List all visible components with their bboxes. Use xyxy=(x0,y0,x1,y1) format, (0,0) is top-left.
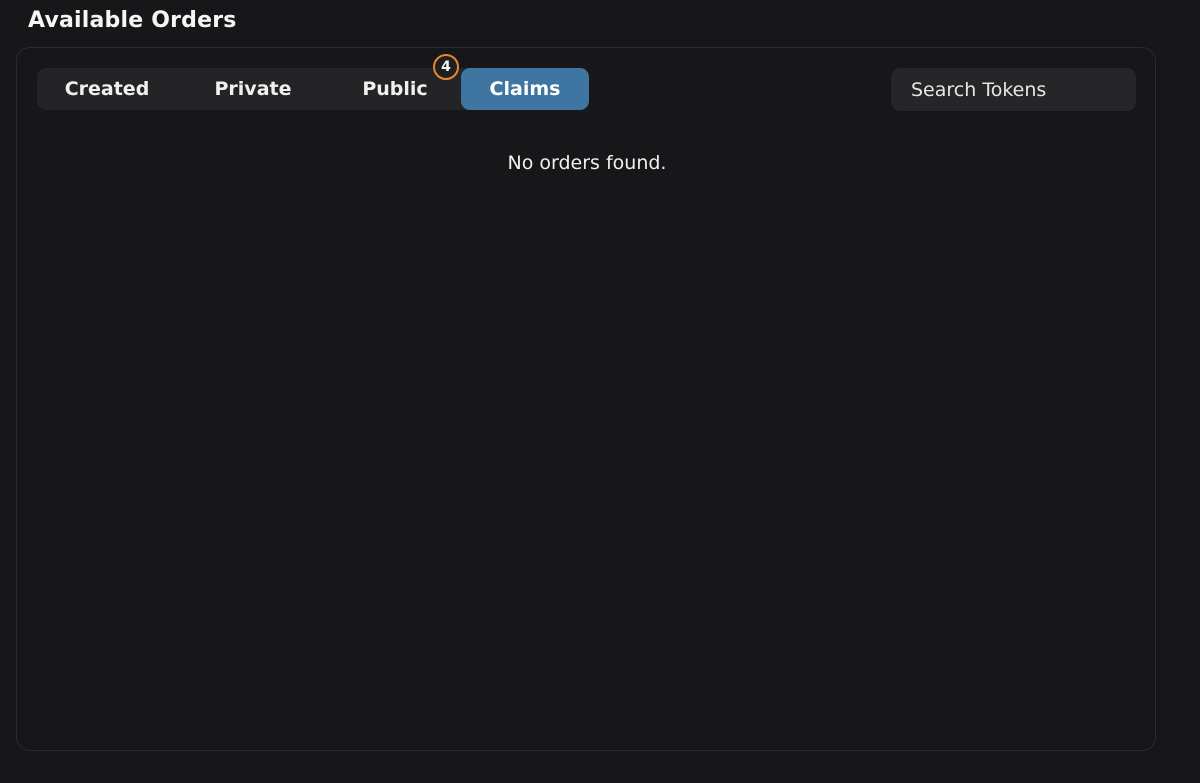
public-count-badge: 4 xyxy=(433,54,459,80)
tab-created[interactable]: Created xyxy=(37,68,177,110)
order-tabs: Created Private Public 4 Claims xyxy=(37,54,589,110)
page-title: Available Orders xyxy=(28,8,237,33)
tab-claims[interactable]: Claims xyxy=(461,68,589,110)
orders-panel: Created Private Public 4 Claims No order… xyxy=(16,47,1156,751)
tab-private[interactable]: Private xyxy=(177,68,329,110)
empty-orders-message: No orders found. xyxy=(507,152,667,174)
search-tokens-input[interactable] xyxy=(891,68,1136,111)
